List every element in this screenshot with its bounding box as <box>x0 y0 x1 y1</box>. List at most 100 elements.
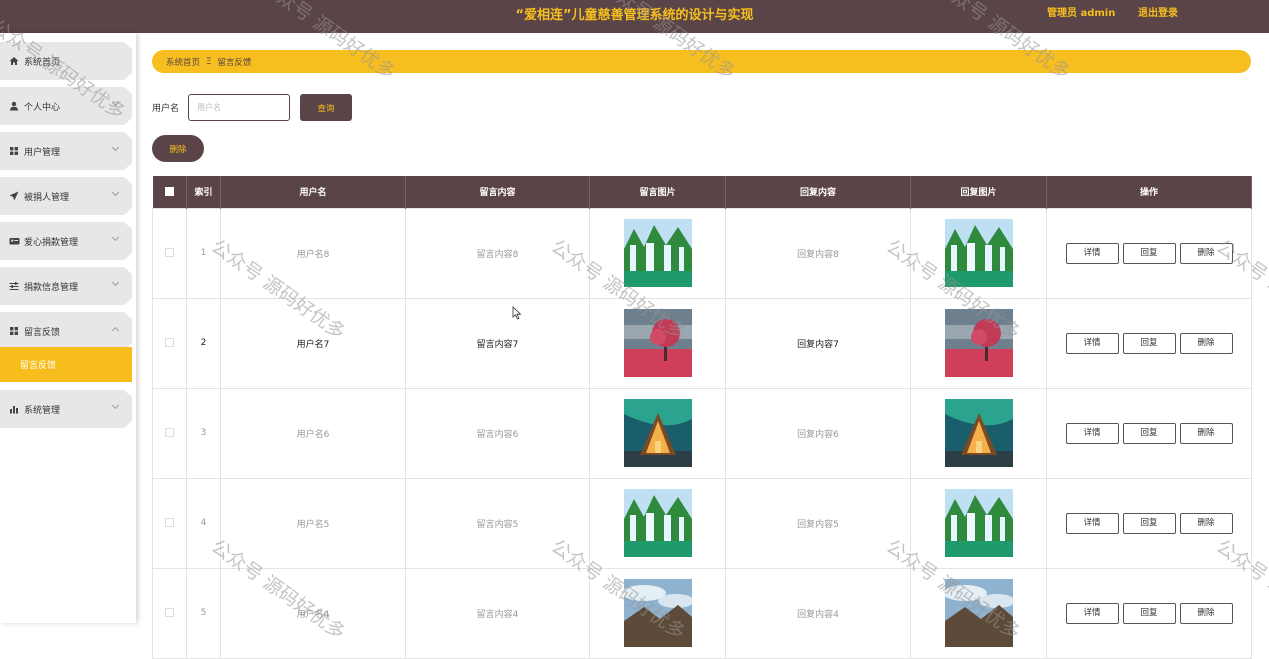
cell-index: 1 <box>186 207 221 299</box>
cell-actions: 详情 回复 删除 <box>1046 297 1252 389</box>
send-icon <box>8 190 20 202</box>
reply-button[interactable]: 回复 <box>1122 242 1176 264</box>
column-header-reply: 回复内容 <box>725 176 911 208</box>
batch-delete-button[interactable]: 删除 <box>152 135 204 162</box>
row-checkbox[interactable] <box>165 518 174 527</box>
reply-image[interactable] <box>944 219 1013 287</box>
sidebar-item-label: 系统首页 <box>24 57 61 68</box>
cell-username: 用户名5 <box>220 477 406 569</box>
cell-message-image <box>589 567 726 659</box>
sidebar-item-profile[interactable]: 个人中心 <box>0 87 132 125</box>
row-checkbox[interactable] <box>165 608 174 617</box>
sliders-icon <box>8 280 20 292</box>
reply-image[interactable] <box>944 309 1013 377</box>
table-row: 4 用户名5 留言内容5 回复内容5 详情 回复 删除 <box>152 477 1252 569</box>
breadcrumb-home[interactable]: 系统首页 <box>166 56 200 68</box>
reply-button[interactable]: 回复 <box>1122 602 1176 624</box>
message-image[interactable] <box>621 579 694 647</box>
submenu-item-feedback[interactable]: 留言反馈 <box>0 347 132 382</box>
cell-username: 用户名6 <box>220 387 406 479</box>
reply-image[interactable] <box>944 399 1013 467</box>
row-select-cell <box>152 297 187 389</box>
reply-image[interactable] <box>942 579 1015 647</box>
detail-button[interactable]: 详情 <box>1065 242 1119 264</box>
delete-button[interactable]: 删除 <box>1179 602 1233 624</box>
row-select-cell <box>152 477 187 569</box>
logout-link[interactable]: 退出登录 <box>1138 0 1178 27</box>
cell-reply-image <box>910 567 1047 659</box>
feedback-table: 索引 用户名 留言内容 留言图片 回复内容 回复图片 操作 1 用户名8 留言内容8… <box>152 176 1252 659</box>
detail-button[interactable]: 详情 <box>1065 512 1119 534</box>
row-select-cell <box>152 387 187 479</box>
cell-message-image <box>589 477 726 569</box>
cell-message-image <box>589 297 726 389</box>
row-checkbox[interactable] <box>165 428 174 437</box>
cell-actions: 详情 回复 删除 <box>1046 477 1252 569</box>
message-image[interactable] <box>623 219 692 287</box>
bar-chart-icon <box>8 403 20 415</box>
cell-reply-image <box>910 207 1047 299</box>
top-bar: “爱相连”儿童慈善管理系统的设计与实现 管理员 admin 退出登录 <box>0 0 1269 33</box>
message-image[interactable] <box>623 489 692 557</box>
sidebar-item-feedback[interactable]: 留言反馈 <box>0 312 132 350</box>
detail-button[interactable]: 详情 <box>1065 602 1119 624</box>
row-checkbox[interactable] <box>165 248 174 257</box>
cell-message: 留言内容5 <box>405 477 590 569</box>
table-row: 5 用户名4 留言内容4 回复内容4 详情 回复 删除 <box>152 567 1252 659</box>
reply-image[interactable] <box>944 489 1013 557</box>
delete-button[interactable]: 删除 <box>1179 422 1233 444</box>
column-header-actions: 操作 <box>1046 176 1252 208</box>
column-header-message: 留言内容 <box>405 176 590 208</box>
delete-button[interactable]: 删除 <box>1179 512 1233 534</box>
cell-reply: 回复内容8 <box>725 207 911 299</box>
admin-user-label: 管理员 admin <box>1047 8 1116 19</box>
cell-index: 5 <box>186 567 221 659</box>
cell-index: 3 <box>186 387 221 479</box>
cell-reply-image <box>910 297 1047 389</box>
search-label: 用户名 <box>152 104 180 114</box>
message-image[interactable] <box>623 309 692 377</box>
search-button[interactable]: 查询 <box>300 94 352 121</box>
cell-reply-image <box>910 477 1047 569</box>
cell-actions: 详情 回复 删除 <box>1046 387 1252 479</box>
table-header-row: 索引 用户名 留言内容 留言图片 回复内容 回复图片 操作 <box>152 176 1252 208</box>
breadcrumb-current: 留言反馈 <box>217 57 252 68</box>
home-icon <box>8 55 20 67</box>
select-all-header <box>152 176 187 208</box>
message-image[interactable] <box>623 399 692 467</box>
cell-message-image <box>589 207 726 299</box>
cell-reply: 回复内容5 <box>725 477 911 569</box>
sidebar-item-donation-info[interactable]: 捐款信息管理 <box>0 267 132 305</box>
cell-reply: 回复内容4 <box>725 567 911 659</box>
sidebar-item-recipients[interactable]: 被捐人管理 <box>0 177 132 215</box>
cell-index: 2 <box>186 297 221 389</box>
row-checkbox[interactable] <box>165 338 174 347</box>
reply-button[interactable]: 回复 <box>1122 422 1176 444</box>
cell-reply: 回复内容6 <box>725 387 911 479</box>
detail-button[interactable]: 详情 <box>1065 422 1119 444</box>
sidebar-item-home[interactable]: 系统首页 <box>0 42 132 80</box>
table-row: 2 用户名7 留言内容7 回复内容7 详情 回复 删除 <box>152 297 1252 389</box>
sidebar-item-system[interactable]: 系统管理 <box>0 390 132 428</box>
row-select-cell <box>152 567 187 659</box>
breadcrumb: 系统首页 Ξ 留言反馈 <box>152 50 1251 73</box>
cell-message: 留言内容6 <box>405 387 590 479</box>
grid-icon <box>8 145 20 157</box>
breadcrumb-separator: Ξ <box>206 56 212 67</box>
column-header-index: 索引 <box>186 176 221 208</box>
select-all-checkbox[interactable] <box>164 186 174 196</box>
search-input[interactable] <box>188 94 290 121</box>
cell-username: 用户名8 <box>220 207 406 299</box>
reply-button[interactable]: 回复 <box>1122 512 1176 534</box>
sidebar-item-users[interactable]: 用户管理 <box>0 132 132 170</box>
table-row: 1 用户名8 留言内容8 回复内容8 详情 回复 删除 <box>152 207 1252 299</box>
table-row: 3 用户名6 留言内容6 回复内容6 详情 回复 删除 <box>152 387 1252 479</box>
sidebar-item-donations[interactable]: 爱心捐款管理 <box>0 222 132 260</box>
cell-actions: 详情 回复 删除 <box>1046 567 1252 659</box>
detail-button[interactable]: 详情 <box>1065 332 1119 354</box>
delete-button[interactable]: 删除 <box>1179 242 1233 264</box>
reply-button[interactable]: 回复 <box>1122 332 1176 354</box>
id-card-icon <box>8 235 20 247</box>
sidebar: 系统首页 个人中心 用户管理 被捐人管理 爱心捐款管理 捐款信息管理 留言反馈 … <box>0 33 136 623</box>
delete-button[interactable]: 删除 <box>1179 332 1233 354</box>
